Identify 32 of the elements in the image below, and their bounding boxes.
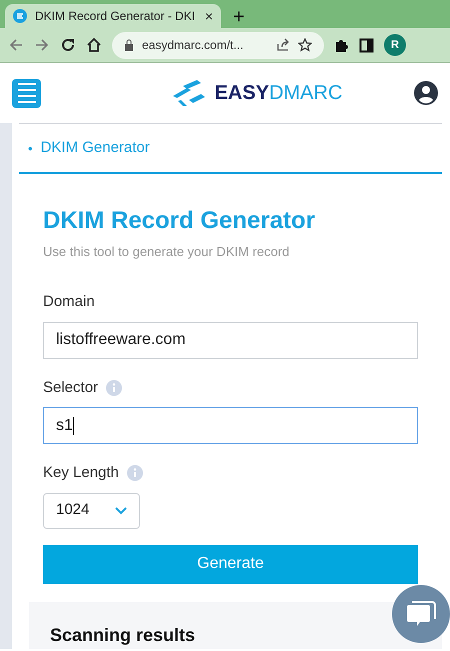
side-panel-icon[interactable] (359, 38, 374, 52)
bullet-icon: • (28, 138, 33, 158)
tab-title[interactable]: DKIM Record Generator - DKI (35, 7, 197, 25)
address-bar[interactable]: easydmarc.com/t... (112, 32, 324, 58)
input-field[interactable]: s1 (43, 407, 418, 444)
back-icon[interactable] (8, 37, 24, 53)
field-label: Domain (43, 292, 95, 312)
field-label: Selector (43, 378, 98, 398)
site-logo-icon (13, 9, 27, 23)
lock-icon (124, 39, 134, 51)
form-subtitle: Use this tool to generate your DKIM record (43, 242, 290, 261)
form-title: DKIM Record Generator (43, 206, 316, 236)
chevron-down-icon (115, 506, 127, 514)
field-label: Key Length (43, 463, 119, 483)
key-length-select[interactable]: 1024 (43, 492, 140, 528)
input-field[interactable]: listoffreeware.com (43, 322, 418, 358)
profile-avatar[interactable]: R (384, 34, 406, 56)
logo-text: EASY (214, 83, 270, 103)
results-title: Scanning results (50, 626, 196, 644)
forward-icon[interactable] (34, 37, 50, 53)
logo-text: DMARC (269, 83, 342, 103)
user-icon[interactable] (414, 81, 438, 105)
close-tab-button[interactable]: × (204, 6, 213, 26)
puzzle-icon[interactable] (334, 38, 349, 52)
new-tab-button[interactable]: + (233, 7, 245, 27)
star-icon[interactable] (298, 38, 312, 52)
home-icon[interactable] (86, 37, 102, 53)
share-icon[interactable] (276, 38, 290, 52)
menu-button[interactable] (12, 78, 41, 108)
chat-bubble-icon (406, 600, 436, 628)
logo-icon (172, 80, 207, 106)
reload-icon[interactable] (60, 37, 76, 53)
